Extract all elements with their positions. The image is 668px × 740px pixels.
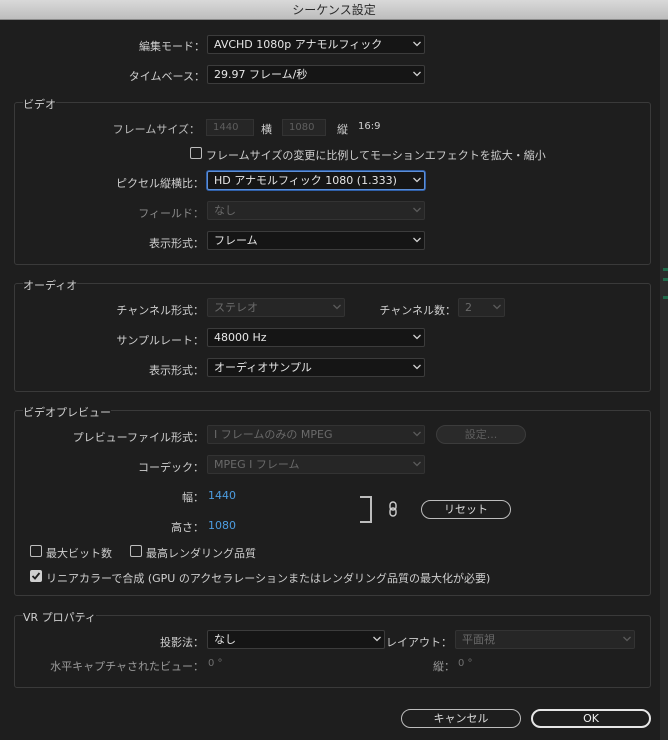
projection-value: なし (214, 633, 236, 646)
channel-count-dropdown[interactable]: 2 (458, 298, 505, 317)
chevron-down-icon (413, 177, 421, 184)
ok-button[interactable]: OK (531, 709, 651, 728)
link-bracket (360, 496, 372, 523)
vr-properties-group-title: VR プロパティ (23, 609, 97, 625)
chevron-down-icon (333, 304, 341, 311)
fields-label: フィールド： (138, 207, 204, 220)
linear-color-checkbox[interactable] (30, 570, 42, 582)
vr-properties-group (14, 615, 651, 688)
preview-width-label: 幅： (182, 491, 204, 504)
frame-size-label: フレームサイズ： (112, 123, 200, 136)
preview-file-format-dropdown[interactable]: I フレームのみの MPEG (207, 425, 425, 444)
max-render-quality-checkbox[interactable] (130, 545, 142, 557)
video-display-format-value: フレーム (214, 234, 258, 247)
scale-motion-checkbox[interactable] (190, 147, 202, 159)
chevron-down-icon (413, 207, 421, 214)
frame-width-field[interactable]: 1440 (206, 119, 254, 136)
edit-mode-value: AVCHD 1080p アナモルフィック (214, 38, 383, 51)
video-display-format-dropdown[interactable]: フレーム (207, 231, 425, 250)
pixel-aspect-label: ピクセル縦横比： (116, 177, 204, 190)
vertical-view-value[interactable]: 0 ° (458, 658, 473, 669)
preview-height-label: 高さ： (171, 521, 204, 534)
edge-marker (663, 268, 668, 271)
reset-button[interactable]: リセット (421, 500, 511, 519)
pixel-aspect-value: HD アナモルフィック 1080 (1.333) (214, 174, 397, 187)
codec-label: コーデック： (138, 461, 204, 474)
layout-value: 平面視 (462, 633, 495, 646)
layout-dropdown[interactable]: 平面視 (455, 630, 635, 649)
pixel-aspect-dropdown[interactable]: HD アナモルフィック 1080 (1.333) (207, 171, 425, 190)
channel-format-dropdown[interactable]: ステレオ (207, 298, 345, 317)
chevron-down-icon (373, 636, 381, 643)
chevron-down-icon (493, 304, 501, 311)
frame-height-unit: 縦 (337, 123, 348, 136)
edge-marker (663, 296, 668, 299)
chevron-down-icon (413, 461, 421, 468)
channel-count-label: チャンネル数： (379, 304, 456, 317)
preview-file-format-value: I フレームのみの MPEG (214, 428, 333, 441)
video-preview-group-title: ビデオプレビュー (23, 404, 111, 420)
timebase-label: タイムベース： (128, 70, 205, 83)
projection-dropdown[interactable]: なし (207, 630, 385, 649)
horizontal-captured-view-label: 水平キャプチャされたビュー： (50, 660, 204, 673)
audio-group-title: オーディオ (23, 277, 78, 293)
channel-format-value: ステレオ (214, 301, 258, 314)
vertical-view-label: 縦： (433, 660, 455, 673)
codec-dropdown[interactable]: MPEG I フレーム (207, 455, 425, 474)
horizontal-captured-view-value[interactable]: 0 ° (208, 658, 223, 669)
channel-format-label: チャンネル形式： (116, 304, 204, 317)
linear-color-label: リニアカラーで合成 (GPU のアクセラレーションまたはレンダリング品質の最大化… (46, 572, 491, 585)
aspect-ratio-value: 16:9 (358, 121, 381, 132)
cancel-button[interactable]: キャンセル (401, 709, 521, 728)
video-group-title: ビデオ (23, 96, 56, 112)
audio-display-format-dropdown[interactable]: オーディオサンプル (207, 358, 425, 377)
projection-label: 投影法： (160, 636, 204, 649)
max-render-quality-label: 最高レンダリング品質 (146, 547, 256, 560)
chevron-down-icon (413, 431, 421, 438)
audio-display-format-label: 表示形式： (149, 364, 204, 377)
edit-mode-dropdown[interactable]: AVCHD 1080p アナモルフィック (207, 35, 425, 54)
layout-label: レイアウト： (386, 636, 452, 649)
edit-mode-label: 編集モード： (139, 40, 205, 53)
chevron-down-icon (623, 636, 631, 643)
background-window-edge (660, 20, 668, 740)
codec-value: MPEG I フレーム (214, 458, 300, 471)
scale-motion-label: フレームサイズの変更に比例してモーションエフェクトを拡大・縮小 (206, 149, 546, 162)
sample-rate-dropdown[interactable]: 48000 Hz (207, 328, 425, 347)
window-title: シーケンス設定 (0, 0, 668, 20)
audio-display-format-value: オーディオサンプル (214, 361, 312, 374)
chevron-down-icon (413, 71, 421, 78)
timebase-dropdown[interactable]: 29.97 フレーム/秒 (207, 65, 425, 84)
preview-settings-button[interactable]: 設定... (436, 425, 526, 444)
frame-width-unit: 横 (261, 123, 272, 136)
chevron-down-icon (413, 364, 421, 371)
channel-count-value: 2 (465, 301, 472, 314)
max-bit-depth-label: 最大ビット数 (46, 547, 112, 560)
link-icon[interactable] (388, 501, 398, 520)
chevron-down-icon (413, 334, 421, 341)
preview-file-format-label: プレビューファイル形式： (72, 431, 204, 444)
fields-dropdown[interactable]: なし (207, 201, 425, 220)
sample-rate-label: サンプルレート： (116, 334, 204, 347)
preview-width-value[interactable]: 1440 (208, 489, 236, 502)
frame-height-field[interactable]: 1080 (282, 119, 326, 136)
fields-value: なし (214, 204, 236, 217)
chevron-down-icon (413, 237, 421, 244)
checkmark-icon (31, 572, 41, 580)
timebase-value: 29.97 フレーム/秒 (214, 68, 308, 81)
chevron-down-icon (413, 41, 421, 48)
preview-height-value[interactable]: 1080 (208, 519, 236, 532)
edge-marker (663, 278, 668, 281)
sample-rate-value: 48000 Hz (214, 331, 267, 344)
video-display-format-label: 表示形式： (149, 237, 204, 250)
max-bit-depth-checkbox[interactable] (30, 545, 42, 557)
